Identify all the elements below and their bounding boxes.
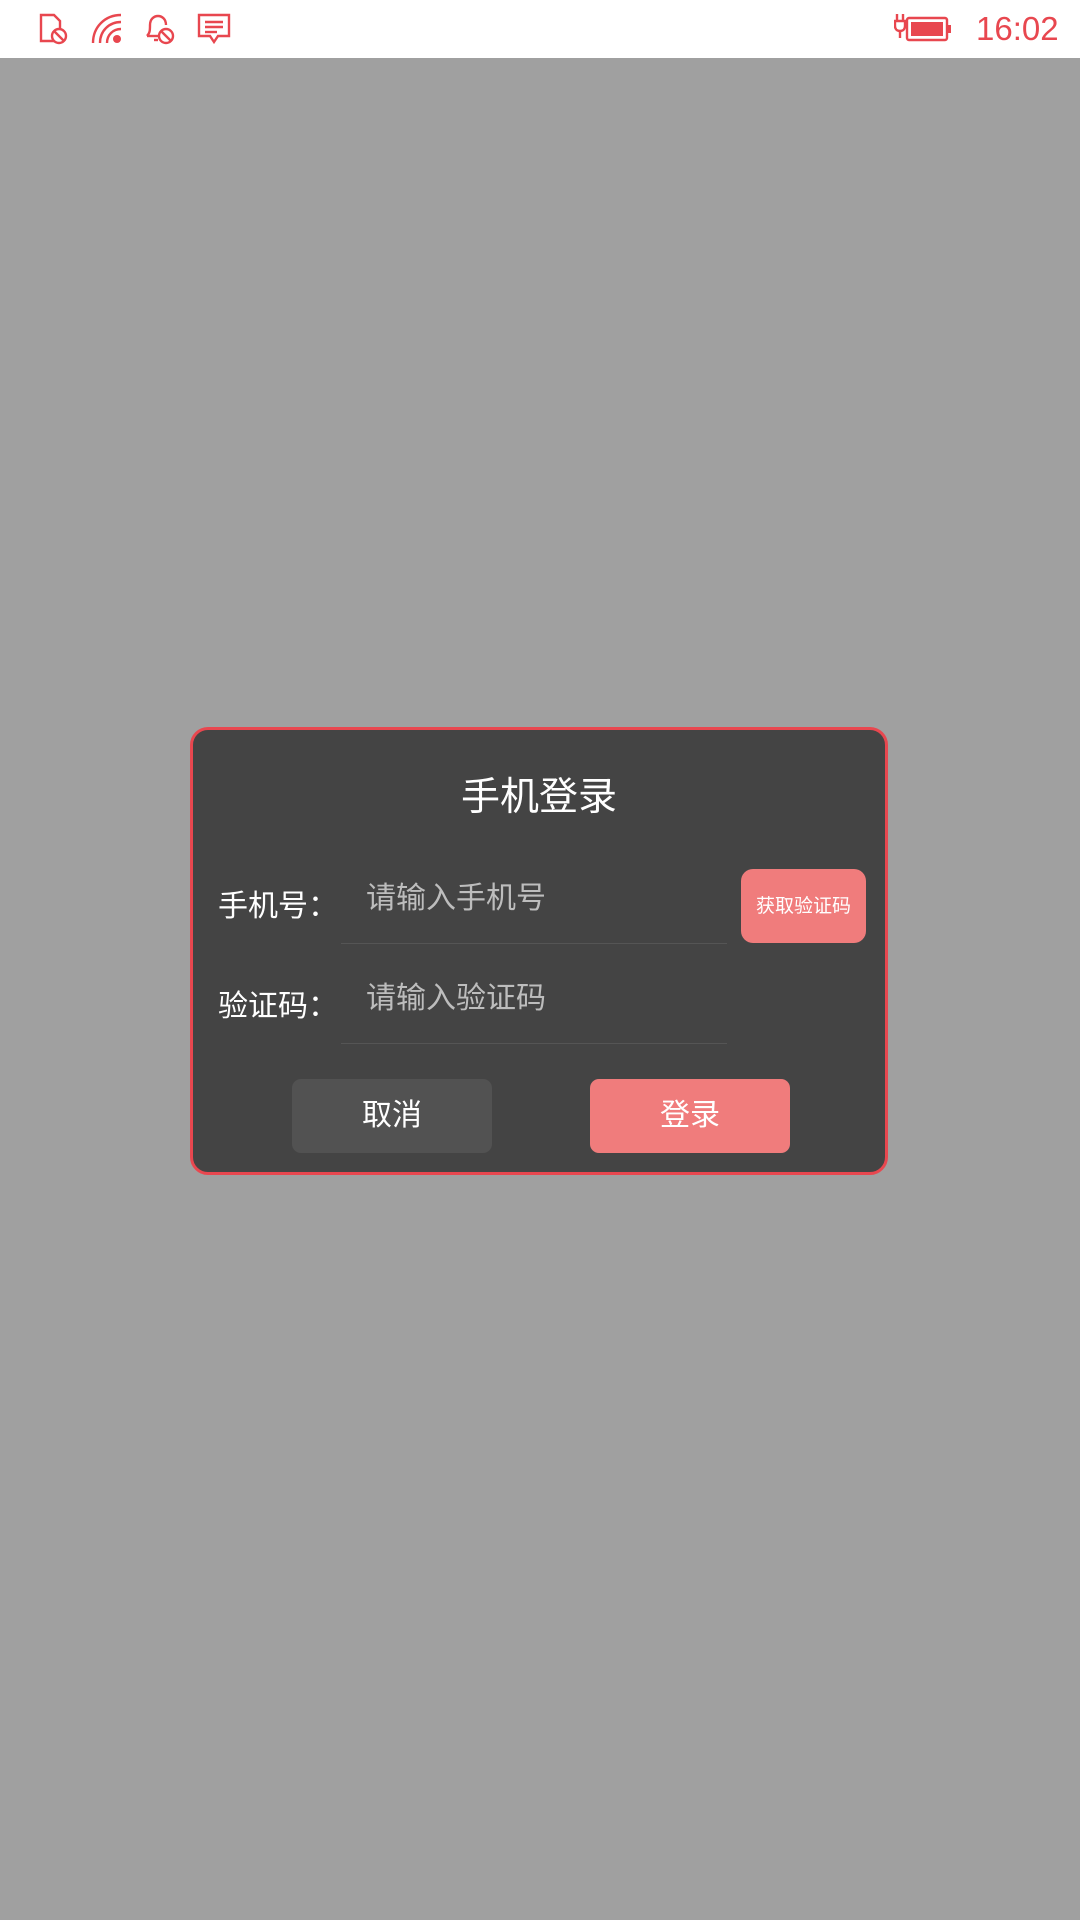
screen: 16:02 手机登录 手机号： 获取验证码 验证码： 取消 登录 — [0, 0, 1080, 1920]
login-dialog: 手机登录 手机号： 获取验证码 验证码： 取消 登录 — [190, 727, 888, 1175]
status-time: 16:02 — [976, 10, 1059, 47]
sim-blocked-icon — [37, 12, 71, 46]
dialog-title: 手机登录 — [460, 775, 617, 820]
battery-charging-icon — [894, 12, 952, 46]
phone-label: 手机号： — [218, 889, 338, 924]
message-icon — [197, 12, 231, 46]
code-input[interactable] — [341, 970, 727, 1044]
status-bar: 16:02 — [0, 0, 1080, 58]
wifi-signal-icon — [90, 12, 124, 46]
notification-blocked-icon — [143, 12, 177, 46]
get-code-button[interactable]: 获取验证码 — [741, 869, 866, 943]
phone-input[interactable] — [341, 870, 727, 944]
login-button[interactable]: 登录 — [590, 1079, 790, 1153]
cancel-button[interactable]: 取消 — [292, 1079, 492, 1153]
code-label: 验证码： — [218, 989, 338, 1024]
